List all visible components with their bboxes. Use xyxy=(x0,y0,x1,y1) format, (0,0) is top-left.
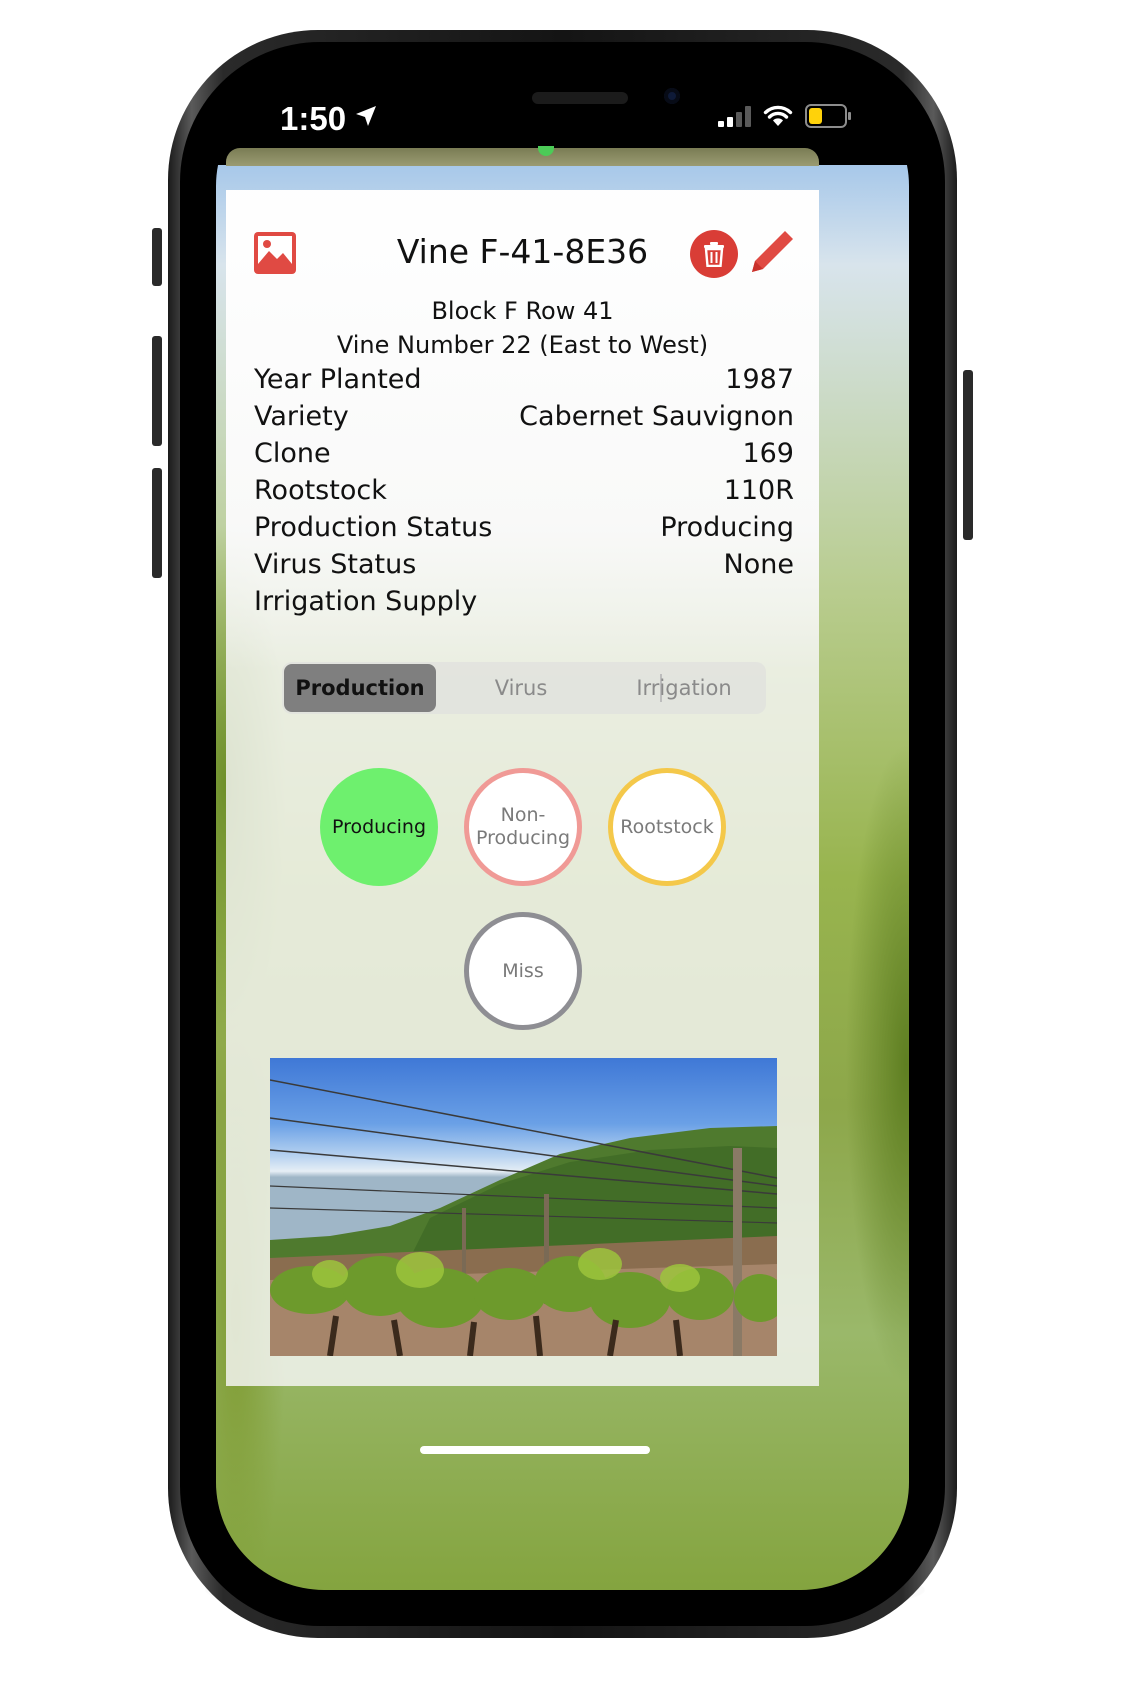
detail-label: Clone xyxy=(254,438,331,469)
vine-detail-card: Vine F-41-8E36 Block F Row 41 Vine Numbe… xyxy=(226,190,819,1386)
vine-photo[interactable] xyxy=(270,1058,777,1356)
location-arrow-icon xyxy=(356,106,376,126)
phone-screen: 1:50 Vine F-41-8E36 Block F Row 41 Vine … xyxy=(216,78,909,1590)
detail-value: Cabernet Sauvignon xyxy=(519,401,794,432)
speaker-grille xyxy=(532,92,628,104)
silent-switch xyxy=(152,228,162,286)
camera-icon xyxy=(664,88,680,104)
status-rootstock-label: Rootstock xyxy=(620,815,714,838)
detail-row-production-status: Production Status Producing xyxy=(254,512,794,543)
detail-value: 169 xyxy=(742,438,794,469)
tab-virus[interactable]: Virus xyxy=(444,662,598,714)
detail-label: Virus Status xyxy=(254,549,417,580)
edit-pencil-icon[interactable] xyxy=(746,226,798,278)
status-non-producing-button[interactable]: Non- Producing xyxy=(464,768,582,886)
status-miss-label: Miss xyxy=(502,959,544,982)
detail-row-irrigation-supply: Irrigation Supply xyxy=(254,586,794,617)
status-icons xyxy=(718,104,851,128)
detail-row-variety: Variety Cabernet Sauvignon xyxy=(254,401,794,432)
home-indicator[interactable] xyxy=(420,1446,650,1454)
status-segmented-control: Production Virus Irrigation xyxy=(282,662,766,714)
status-time: 1:50 xyxy=(280,100,347,137)
detail-row-clone: Clone 169 xyxy=(254,438,794,469)
detail-value: Producing xyxy=(660,512,794,543)
detail-value: 1987 xyxy=(725,364,794,395)
detail-label: Variety xyxy=(254,401,349,432)
volume-down-button xyxy=(152,468,162,578)
status-miss-button[interactable]: Miss xyxy=(464,912,582,1030)
status-rootstock-button[interactable]: Rootstock xyxy=(608,768,726,886)
vine-number-label: Vine Number 22 (East to West) xyxy=(336,331,709,359)
status-non-producing-label: Non- Producing xyxy=(476,804,570,850)
vineyard-photo-graphic xyxy=(270,1079,777,1356)
status-producing-button[interactable]: Producing xyxy=(320,768,438,886)
detail-value: 110R xyxy=(723,475,794,506)
detail-label: Irrigation Supply xyxy=(254,586,478,617)
trash-icon xyxy=(704,242,724,267)
power-button xyxy=(963,370,973,540)
detail-label: Production Status xyxy=(254,512,493,543)
sheet-behind xyxy=(226,148,819,166)
delete-button[interactable] xyxy=(690,230,738,278)
tab-irrigation[interactable]: Irrigation xyxy=(608,662,760,714)
detail-row-virus-status: Virus Status None xyxy=(254,549,794,580)
detail-row-year-planted: Year Planted 1987 xyxy=(254,364,794,395)
notch xyxy=(372,78,757,134)
detail-row-rootstock: Rootstock 110R xyxy=(254,475,794,506)
status-non-producing-line2: Producing xyxy=(475,827,571,849)
volume-up-button xyxy=(152,336,162,446)
status-non-producing-line1: Non- xyxy=(500,804,546,826)
detail-label: Rootstock xyxy=(254,475,387,506)
detail-value: None xyxy=(723,549,794,580)
detail-label: Year Planted xyxy=(254,364,422,395)
status-producing-label: Producing xyxy=(331,815,427,838)
tab-production[interactable]: Production xyxy=(284,664,436,712)
battery-icon xyxy=(805,104,851,128)
wifi-icon xyxy=(763,105,793,126)
block-row-label: Block F Row 41 xyxy=(431,297,614,325)
cellular-signal-icon xyxy=(718,105,751,127)
